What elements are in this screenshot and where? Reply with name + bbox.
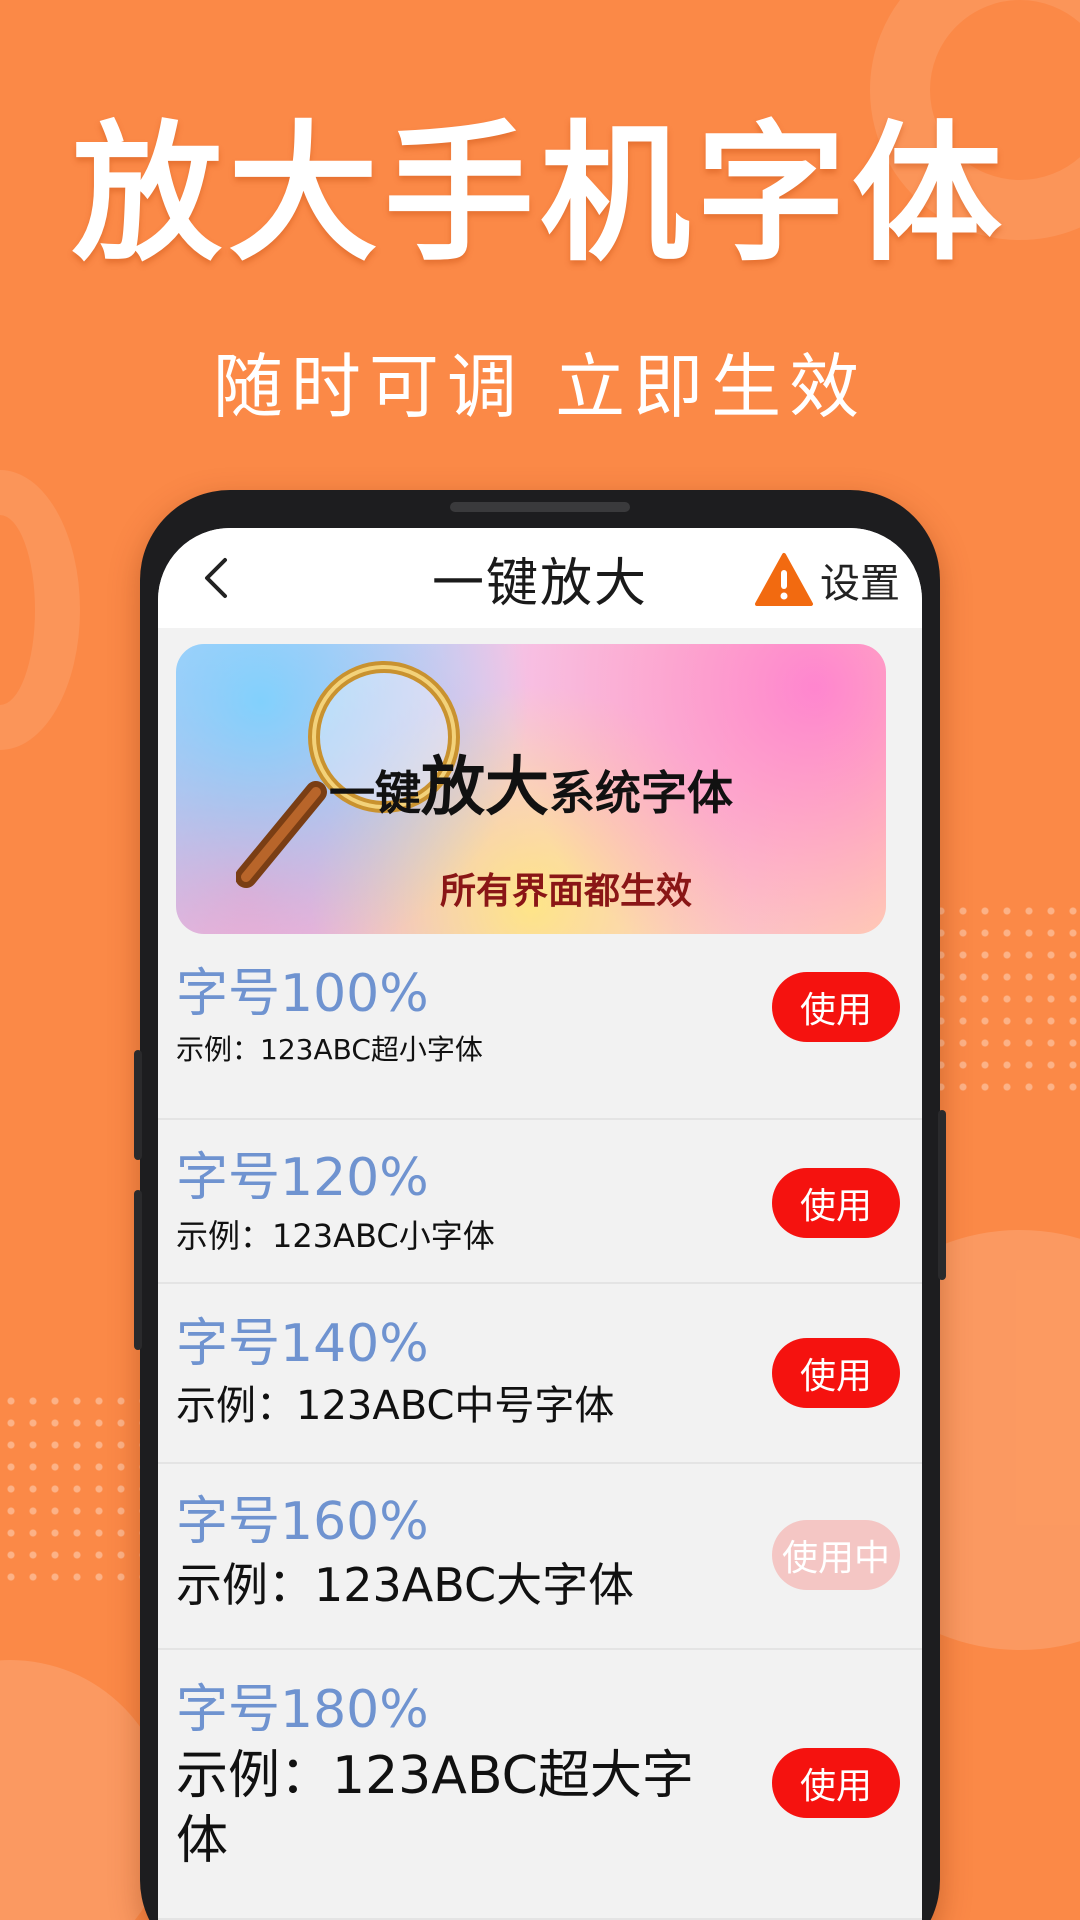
phone-speaker	[450, 502, 630, 512]
warning-triangle-icon	[755, 553, 813, 606]
banner-highlight: 放大	[421, 751, 549, 825]
list-item: 字号180% 示例：123ABC超大字体 使用	[158, 1650, 922, 1920]
list-item: 字号120% 示例：123ABC小字体 使用	[158, 1120, 922, 1284]
decor-dots-left	[0, 1390, 150, 1590]
hero-title: 放大手机字体	[71, 108, 1008, 282]
use-button[interactable]: 使用	[772, 1168, 900, 1238]
banner-subtitle: 所有界面都生效	[439, 871, 692, 912]
banner-prefix: 一键	[329, 766, 421, 820]
list-item: 字号140% 示例：123ABC中号字体 使用	[158, 1284, 922, 1464]
banner-suffix: 系统字体	[549, 766, 733, 820]
phone-screen: 一键放大 设置 一键放大系统字体 所有界面都生效 字号100% 示例：123AB…	[158, 528, 922, 1920]
phone-side-button	[938, 1110, 946, 1280]
font-size-list: 字号100% 示例：123ABC超小字体 使用 字号120% 示例：123ABC…	[158, 958, 922, 1920]
promo-page: 放大手机字体 随时可调 立即生效 一键放大 设置 一键放大系统字体 所有界面都生…	[0, 0, 1080, 1920]
use-button-active[interactable]: 使用中	[772, 1520, 900, 1590]
example-text: 示例：123ABC超大字体	[176, 1746, 694, 1871]
promo-banner[interactable]: 一键放大系统字体 所有界面都生效	[176, 644, 886, 934]
settings-label: 设置	[820, 561, 900, 607]
decor-dots-right	[930, 900, 1080, 1100]
phone-side-button	[134, 1190, 142, 1350]
use-button[interactable]: 使用	[772, 972, 900, 1042]
phone-side-button	[134, 1050, 142, 1160]
hero-subtitle: 随时可调 立即生效	[212, 346, 868, 428]
navbar: 一键放大 设置	[158, 528, 922, 628]
banner-headline: 一键放大系统字体	[176, 736, 886, 828]
list-item: 字号160% 示例：123ABC大字体 使用中	[158, 1464, 922, 1650]
settings-button[interactable]: 设置	[754, 550, 900, 610]
list-item: 字号100% 示例：123ABC超小字体 使用	[158, 958, 922, 1120]
size-label: 字号180%	[176, 1680, 429, 1740]
decor-ring-left	[0, 470, 80, 750]
use-button[interactable]: 使用	[772, 1748, 900, 1818]
use-button[interactable]: 使用	[772, 1338, 900, 1408]
phone-frame: 一键放大 设置 一键放大系统字体 所有界面都生效 字号100% 示例：123AB…	[134, 490, 946, 1920]
